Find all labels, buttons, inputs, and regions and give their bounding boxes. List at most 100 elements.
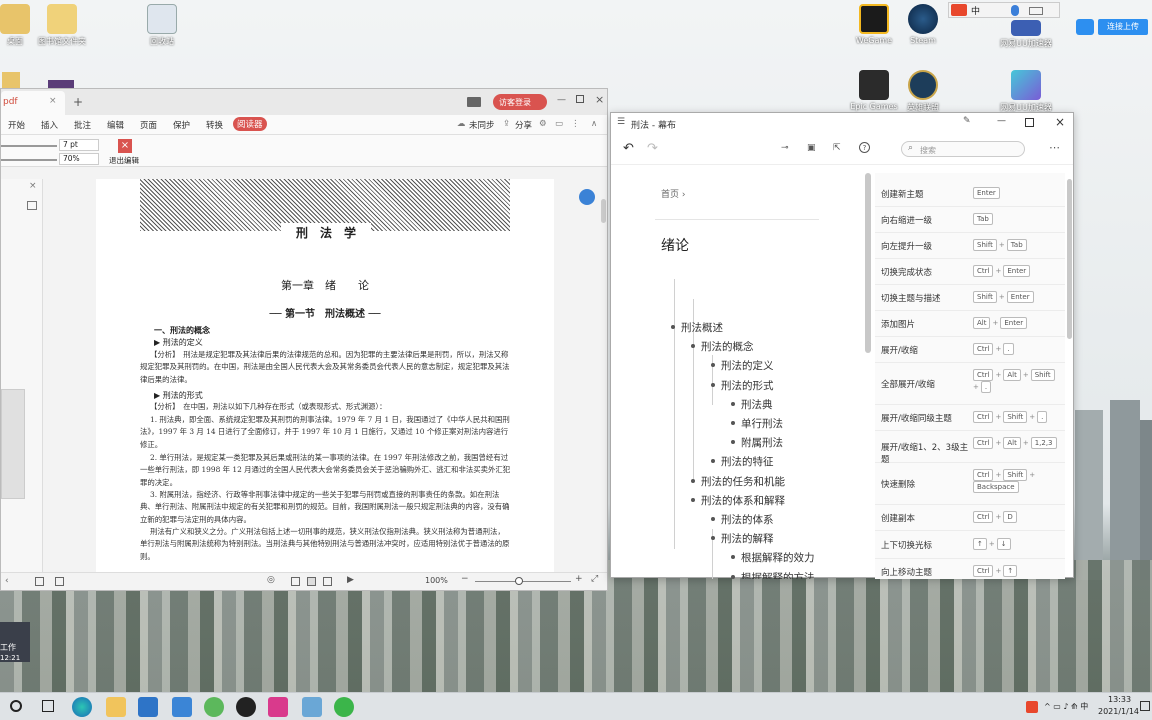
desktop-icon-folder[interactable]: 图书馆文件夹 (32, 4, 92, 47)
view-mode-icon[interactable] (307, 577, 316, 586)
close-icon[interactable]: × (595, 93, 604, 106)
dark-app-icon[interactable] (236, 697, 256, 717)
uu-accelerator-icon[interactable]: 网易UU加速器 (996, 20, 1056, 49)
recycle-bin-icon[interactable]: 回收站 (132, 4, 192, 47)
minimize-icon[interactable]: — (997, 116, 1006, 126)
notification-icon[interactable] (1140, 701, 1150, 711)
outline-item[interactable]: 刑法的形式 (711, 378, 774, 393)
outline-item[interactable]: 刑法的概念 (691, 339, 754, 354)
menu-insert[interactable]: 插入 (41, 119, 58, 131)
ime-mode-icon[interactable]: 中 (971, 4, 980, 17)
maximize-icon[interactable] (1025, 118, 1034, 127)
opacity-slider[interactable] (1, 159, 57, 161)
menu-protect[interactable]: 保护 (173, 119, 190, 131)
outline-item[interactable]: 刑法概述 (671, 320, 723, 335)
help-icon[interactable]: ? (859, 142, 870, 153)
menu-annotate[interactable]: 批注 (74, 119, 91, 131)
stroke-size-input[interactable]: 7 pt (59, 139, 99, 151)
zoom-slider[interactable] (475, 581, 571, 582)
more-icon[interactable]: ⋯ (1049, 141, 1060, 154)
share-icon[interactable]: ⇪ (503, 119, 510, 129)
panel-image-icon[interactable] (27, 201, 37, 210)
outline-root[interactable]: 绪论 (661, 235, 689, 255)
outline-item[interactable]: 刑法典 (731, 397, 773, 412)
sync-label[interactable]: 未同步 (469, 119, 495, 131)
outline-item[interactable]: 附属刑法 (731, 435, 783, 450)
outline-item[interactable]: 刑法的体系 (711, 512, 774, 527)
edge-icon[interactable] (72, 697, 92, 717)
outline-item[interactable]: 刑法的定义 (711, 358, 774, 373)
menu-edit[interactable]: 编辑 (107, 119, 124, 131)
search-box[interactable]: ⌕ 搜索 (901, 141, 1025, 157)
keyboard-icon[interactable] (1029, 7, 1043, 15)
minimize-icon[interactable]: — (557, 95, 566, 105)
ime-toolbar[interactable]: 中 (948, 2, 1060, 18)
outline-item[interactable]: 根据解释的方法 (731, 570, 815, 579)
connect-upload-button[interactable]: 连接上传 (1098, 19, 1148, 35)
menu-reader[interactable]: 阅读器 (233, 117, 267, 131)
wechat-icon[interactable] (334, 697, 354, 717)
prev-page-icon[interactable]: ‹ (5, 576, 9, 586)
view-mode-icon[interactable] (291, 577, 300, 586)
more-icon[interactable]: ⋮ (571, 119, 580, 129)
close-icon[interactable]: × (1055, 115, 1065, 129)
sogou-icon[interactable] (951, 4, 967, 16)
green-app-icon[interactable] (204, 697, 224, 717)
eye-icon[interactable]: ◎ (267, 575, 275, 585)
outline-item[interactable]: 单行刑法 (731, 416, 783, 431)
export-icon[interactable]: ⇱ (833, 143, 841, 153)
menu-icon[interactable]: ☰ (617, 117, 625, 127)
outline-scrollbar[interactable] (865, 173, 871, 353)
present-icon[interactable]: ▣ (807, 143, 816, 153)
page-thumbnail[interactable] (1, 389, 25, 499)
mail-icon[interactable] (138, 697, 158, 717)
undo-icon[interactable]: ↶ (623, 141, 634, 156)
outline-item[interactable]: 刑法的体系和解释 (691, 493, 785, 508)
redo-icon[interactable]: ↷ (647, 141, 658, 156)
exit-edit-icon[interactable]: × (118, 139, 132, 153)
zoom-label[interactable]: 100% (425, 576, 448, 585)
guest-login-button[interactable]: 访客登录 (493, 94, 547, 110)
mic-icon[interactable] (1011, 5, 1019, 16)
outline-item[interactable]: 刑法的解释 (711, 531, 774, 546)
exit-edit-label[interactable]: 退出编辑 (109, 155, 139, 166)
task-view-icon[interactable] (42, 700, 54, 712)
zoom-out-icon[interactable]: − (461, 574, 469, 584)
play-icon[interactable]: ▶ (347, 575, 354, 585)
app-icon[interactable] (48, 80, 74, 88)
breadcrumb[interactable]: 首页 › (661, 187, 685, 200)
zoom-in-icon[interactable]: + (575, 574, 583, 584)
shortcut-scrollbar[interactable] (1067, 179, 1072, 339)
zoom-input[interactable]: 70% (59, 153, 99, 165)
pdf-tab[interactable]: pdf × (1, 91, 65, 115)
translate-float-icon[interactable] (579, 189, 595, 205)
store-icon[interactable] (172, 697, 192, 717)
image-app-icon[interactable] (302, 697, 322, 717)
collapse-ribbon-icon[interactable]: ∧ (591, 119, 597, 129)
league-of-legends-icon[interactable]: 英雄联盟 (893, 70, 953, 113)
share-label[interactable]: 分享 (515, 119, 532, 131)
outline-item[interactable]: 根据解释的效力 (731, 550, 815, 565)
panel-close-icon[interactable]: × (29, 181, 37, 191)
sync-icon[interactable]: ☁ (457, 119, 466, 129)
page-nav-icon[interactable] (35, 577, 44, 586)
fullscreen-icon[interactable]: ⤢ (591, 574, 598, 584)
steam-icon[interactable]: Steam (893, 4, 953, 45)
new-tab-icon[interactable]: + (73, 95, 83, 109)
mindmap-view-icon[interactable]: ⊸ (781, 143, 789, 153)
outline-item[interactable]: 刑法的任务和机能 (691, 474, 785, 489)
page-nav-icon[interactable] (55, 577, 64, 586)
start-icon[interactable] (10, 700, 22, 712)
clock-date[interactable]: 2021/1/14 (1098, 707, 1139, 716)
tab-close-icon[interactable]: × (49, 96, 57, 106)
uu-accelerator-icon[interactable]: 网易UU加速器 (996, 70, 1056, 113)
layout-icon[interactable] (467, 97, 481, 107)
folder-icon[interactable] (2, 72, 20, 88)
clock-time[interactable]: 13:33 (1108, 695, 1131, 704)
outline-item[interactable]: 刑法的特征 (711, 454, 774, 469)
pin-icon[interactable]: ✎ (963, 116, 971, 126)
comment-icon[interactable]: ▭ (555, 119, 563, 129)
maximize-icon[interactable] (576, 95, 584, 103)
view-mode-icon[interactable] (323, 577, 332, 586)
tray-icons[interactable]: ^ ▭ ♪ ⟰ 中 (1044, 701, 1088, 712)
